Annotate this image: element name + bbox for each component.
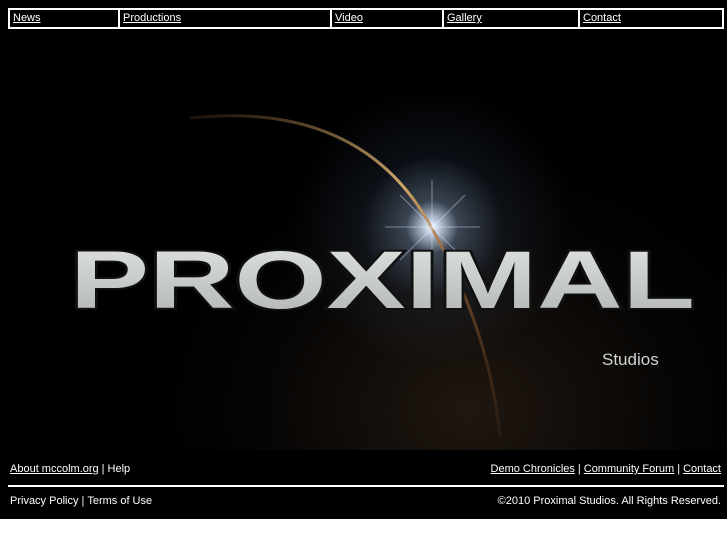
footer-legal-links: Privacy Policy | Terms of Use (10, 495, 152, 509)
footer-right-links: Demo Chronicles | Community Forum | Contact (491, 463, 721, 477)
logo-word: PROXIMAL (70, 235, 695, 326)
nav-cell-gallery: Gallery (444, 10, 580, 27)
separator: | (677, 463, 681, 475)
demo-chronicles-link[interactable]: Demo Chronicles (491, 463, 575, 475)
nav-cell-news: News (10, 10, 120, 27)
nav-link-gallery[interactable]: Gallery (447, 12, 482, 24)
footer-divider (8, 485, 724, 487)
nav-cell-video: Video (332, 10, 444, 27)
footer-legal-row: Privacy Policy | Terms of Use ©2010 Proxim… (10, 495, 721, 509)
terms-of-use-link[interactable]: Terms of Use (87, 495, 152, 507)
nav-link-productions[interactable]: Productions (123, 12, 181, 24)
page-bottom-area (0, 519, 727, 545)
separator: | (577, 463, 581, 475)
privacy-policy-link[interactable]: Privacy Policy (10, 495, 78, 507)
footer-left-links: About mccolm.org | Help (10, 463, 130, 477)
hero-banner: PROXIMAL Studios (0, 30, 727, 450)
nav-link-contact[interactable]: Contact (583, 12, 621, 24)
community-forum-link[interactable]: Community Forum (584, 463, 674, 475)
top-nav: News Productions Video Gallery Contact (8, 8, 724, 29)
about-link[interactable]: About mccolm.org (10, 463, 99, 475)
separator: | (81, 495, 85, 507)
nav-link-video[interactable]: Video (335, 12, 363, 24)
copyright-text: ©2010 Proximal Studios. All Rights Reser… (497, 495, 721, 507)
separator: | (101, 463, 105, 475)
help-link[interactable]: Help (108, 463, 131, 475)
nav-link-news[interactable]: News (13, 12, 41, 24)
footer-contact-link[interactable]: Contact (683, 463, 721, 475)
nav-cell-contact: Contact (580, 10, 722, 27)
hero-artwork: PROXIMAL Studios (68, 114, 697, 439)
nav-cell-productions: Productions (120, 10, 332, 27)
logo-subtitle: Studios (602, 350, 659, 369)
footer-links-row: About mccolm.org | Help Demo Chronicles | Co… (10, 463, 721, 477)
